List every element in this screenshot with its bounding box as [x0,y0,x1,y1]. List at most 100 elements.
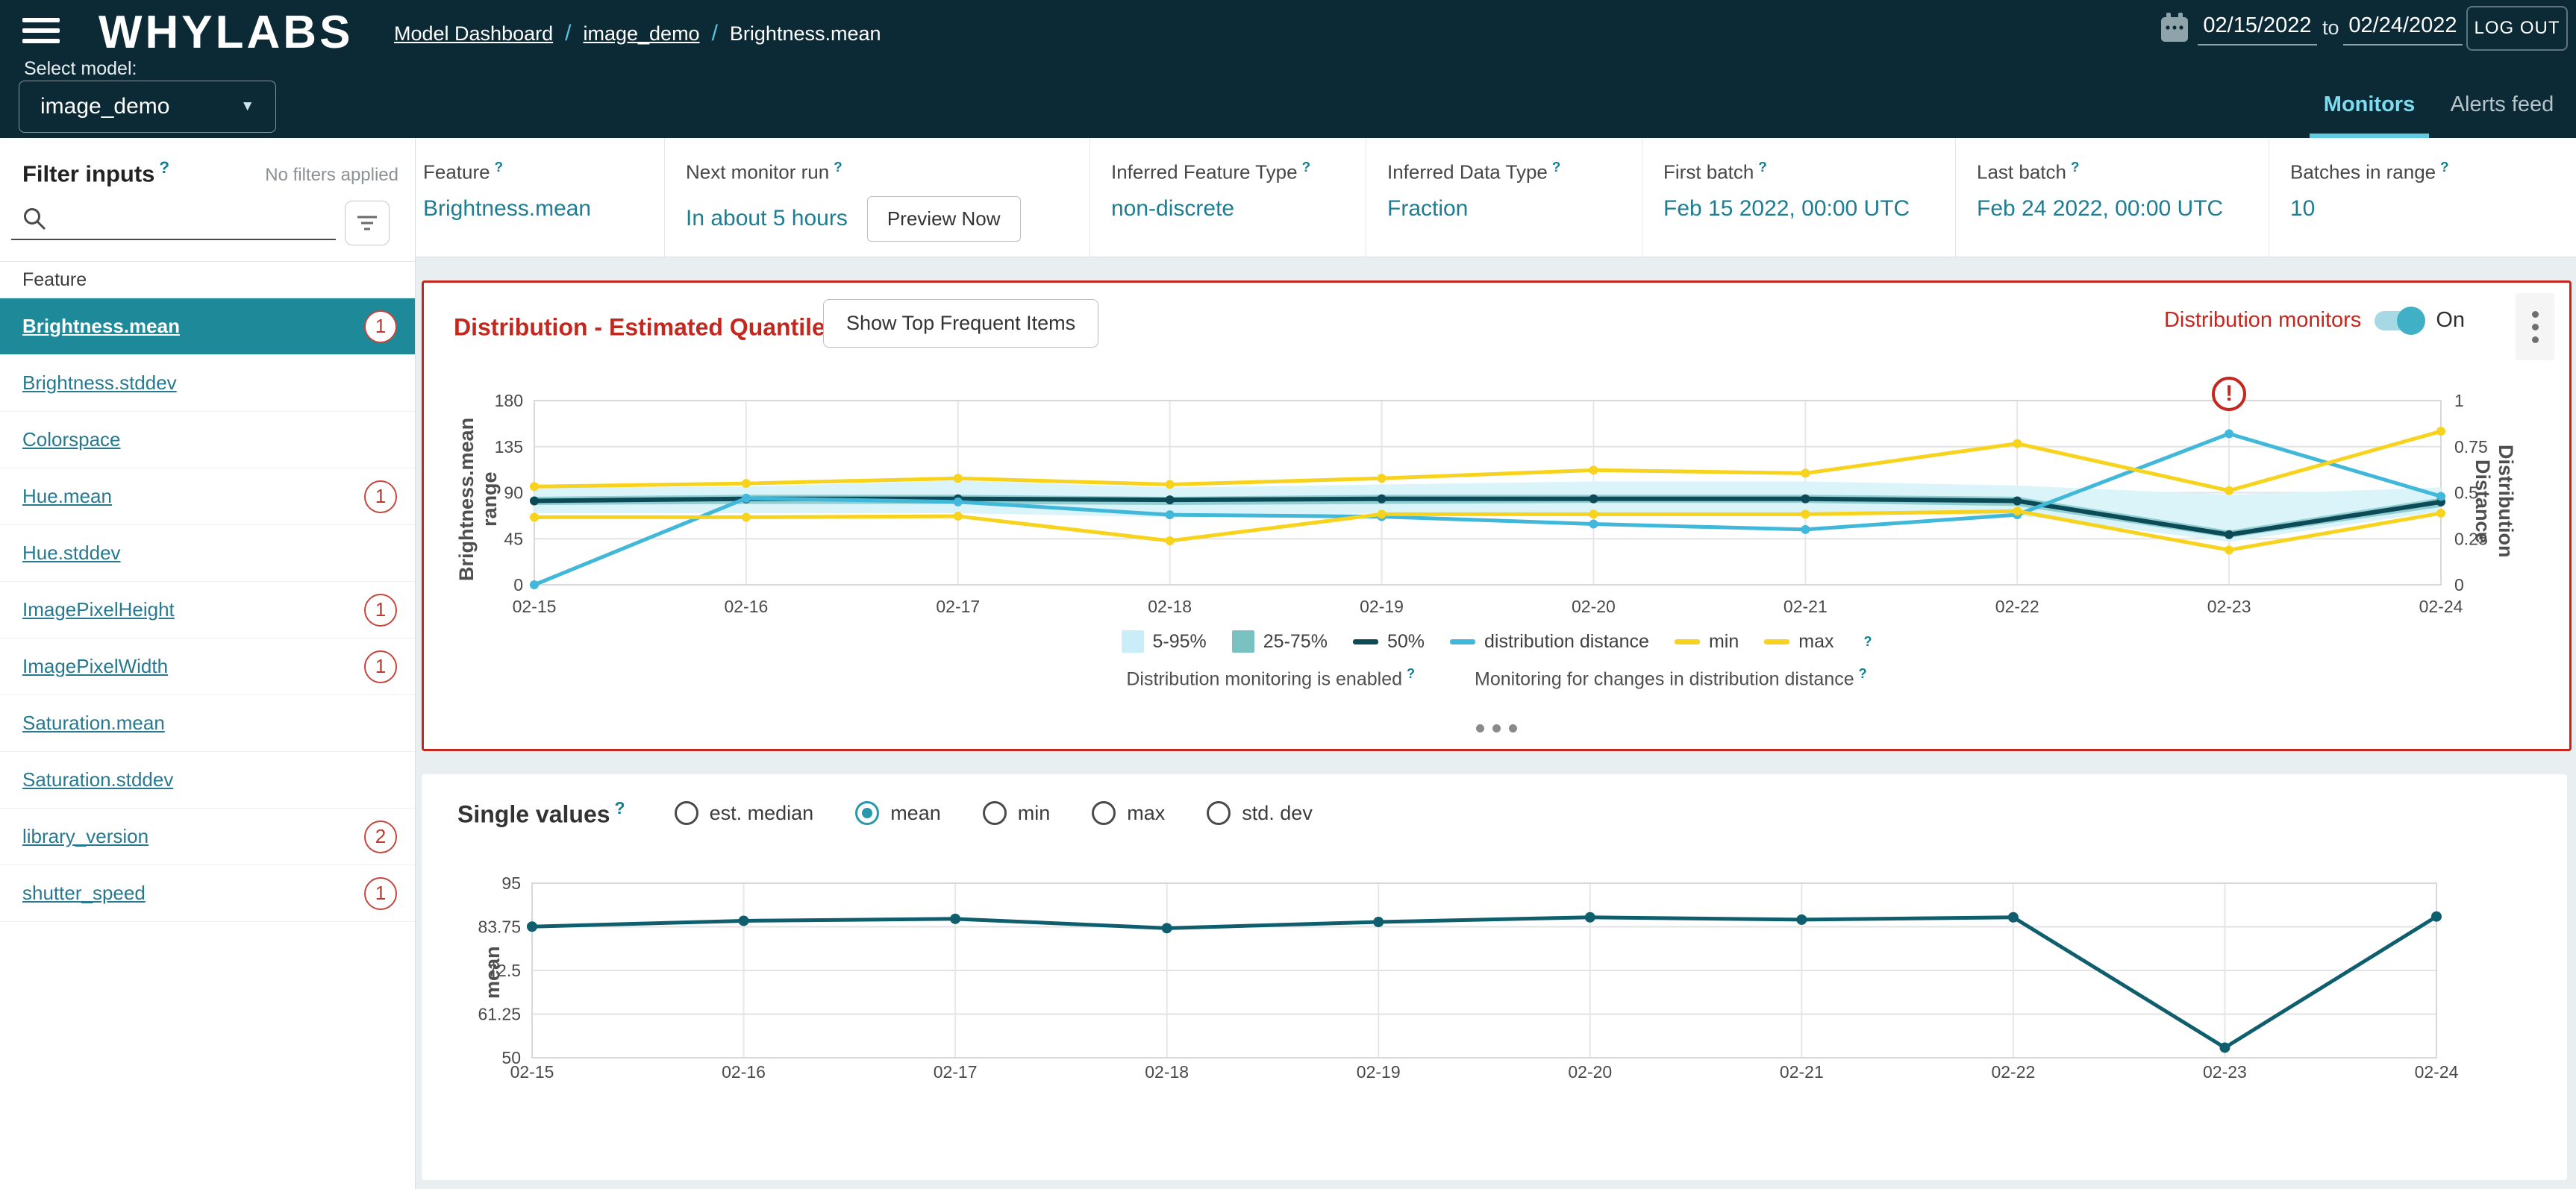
inferred-feature-type-value: non-discrete [1111,195,1235,221]
distribution-notes: Distribution monitoring is enabled? Moni… [424,666,2569,690]
help-icon: ? [1863,633,1872,649]
radio-option-std-dev[interactable]: std. dev [1207,801,1313,826]
search-input[interactable] [11,201,336,240]
tab-monitors[interactable]: Monitors [2310,92,2429,117]
feature-link[interactable]: Colorspace [22,428,121,451]
feature-row[interactable]: Saturation.mean [0,695,415,752]
help-icon: ? [159,158,170,177]
feature-link[interactable]: library_version [22,825,149,848]
radio-icon[interactable] [1092,801,1116,826]
logout-button[interactable]: LOG OUT [2466,6,2568,51]
feature-row[interactable]: ImagePixelWidth 1 [0,639,415,695]
first-batch-value: Feb 15 2022, 00:00 UTC [1663,195,1910,221]
svg-text:02-20: 02-20 [1572,597,1616,616]
hamburger-menu-icon[interactable] [22,18,60,45]
help-icon: ? [1758,159,1767,175]
legend-swatch-icon [1121,630,1144,653]
svg-text:02-19: 02-19 [1357,1062,1401,1082]
feature-link[interactable]: ImagePixelWidth [22,655,168,678]
more-options-icon[interactable] [424,724,2569,732]
distribution-card: 02-15 02-16 02-17 02-18 02-19 02-20 02-21 02-22… [422,280,2572,751]
svg-text:02-18: 02-18 [1145,1062,1189,1082]
svg-text:50: 50 [501,1048,521,1067]
legend-swatch-icon [1231,630,1254,653]
single-values-options: est. median mean min max std. dev [674,801,1313,826]
radio-icon[interactable] [982,801,1007,826]
svg-text:02-15: 02-15 [510,1062,554,1082]
calendar-icon[interactable] [2159,12,2190,48]
feature-link[interactable]: shutter_speed [22,882,146,905]
note-monitoring-enabled: Distribution monitoring is enabled? [1126,666,1416,690]
legend-swatch-icon [1352,639,1378,644]
distribution-monitors-toggle[interactable] [2375,306,2426,335]
date-to-input[interactable]: 02/24/2022 [2343,13,2463,46]
svg-text:02-17: 02-17 [936,597,980,616]
feature-row[interactable]: shutter_speed 1 [0,865,415,922]
alert-count-badge: 1 [364,593,397,627]
feature-row[interactable]: ImagePixelHeight 1 [0,582,415,639]
model-select-dropdown[interactable]: image_demo ▼ [19,81,276,133]
breadcrumb-image-demo[interactable]: image_demo [583,22,699,46]
radio-option-min[interactable]: min [982,801,1050,826]
inferred-data-type-value: Fraction [1387,195,1469,221]
single-values-header: Single values? est. median mean min max std.… [457,798,1313,829]
alert-icon[interactable]: ! [2212,377,2247,411]
distribution-monitors-label: Distribution monitors [2163,308,2362,332]
info-last-batch: Last batch? Feb 24 2022, 00:00 UTC [1955,138,2269,257]
chevron-down-icon: ▼ [240,98,254,114]
kebab-menu-icon[interactable] [2516,293,2554,360]
toggle-state-label: On [2436,308,2465,332]
svg-text:02-19: 02-19 [1360,597,1404,616]
preview-now-button[interactable]: Preview Now [866,195,1021,242]
feature-list: Brightness.mean 1 Brightness.stddev Colorsp… [0,298,415,922]
sidebar-filter-panel: Filter inputs? No filters applied Featur… [0,138,416,1189]
feature-link[interactable]: Hue.stddev [22,542,121,565]
note-distribution-distance: Monitoring for changes in distribution d… [1475,666,1867,690]
breadcrumb-current: Brightness.mean [729,22,881,45]
radio-option-est-median[interactable]: est. median [674,801,813,826]
radio-option-max[interactable]: max [1092,801,1165,826]
feature-link[interactable]: Saturation.stddev [22,768,173,791]
breadcrumb-separator: / [565,21,572,46]
distribution-legend: 5-95% 25-75% 50% distribution distance min ma… [424,630,2569,653]
help-icon: ? [2070,159,2080,175]
svg-text:02-24: 02-24 [2415,1062,2459,1082]
feature-row[interactable]: Hue.stddev [0,525,415,582]
feature-link[interactable]: ImagePixelHeight [22,598,175,621]
tab-alerts-feed[interactable]: Alerts feed [2439,92,2566,117]
band-25-75% [534,495,2441,538]
info-inferred-feature-type: Inferred Feature Type? non-discrete [1090,138,1366,257]
single-values-chart: 02-15 02-16 02-17 02-18 02-19 02-20 02-21 02-22… [478,873,2459,1082]
show-top-frequent-items-button[interactable]: Show Top Frequent Items [823,299,1099,348]
legend-swatch-icon [1449,639,1475,644]
feature-row[interactable]: Saturation.stddev [0,752,415,809]
feature-row[interactable]: Hue.mean 1 [0,468,415,525]
batches-in-range-value: 10 [2290,195,2316,221]
feature-link[interactable]: Saturation.mean [22,712,165,735]
date-from-input[interactable]: 02/15/2022 [2198,13,2317,46]
radio-icon[interactable] [1207,801,1231,826]
feature-link[interactable]: Hue.mean [22,485,112,508]
legend-item: distribution distance [1449,631,1649,653]
breadcrumb-model-dashboard[interactable]: Model Dashboard [394,22,553,46]
svg-text:02-21: 02-21 [1783,597,1828,616]
radio-icon[interactable] [674,801,698,826]
y-axis-label-mean: mean [481,946,504,1000]
feature-row[interactable]: Brightness.mean 1 [0,298,415,355]
radio-option-mean[interactable]: mean [855,801,941,826]
filter-options-button[interactable] [345,201,390,245]
feature-link[interactable]: Brightness.mean [22,315,180,338]
feature-row[interactable]: Brightness.stddev [0,355,415,412]
feature-row[interactable]: Colorspace [0,412,415,468]
help-icon: ? [2440,159,2449,175]
alert-count-badge: 1 [364,650,397,683]
radio-icon[interactable] [855,801,880,826]
svg-text:95: 95 [501,873,521,893]
svg-text:45: 45 [504,529,523,548]
legend-item: max [1764,631,1833,653]
feature-link[interactable]: Brightness.stddev [22,371,177,395]
feature-row[interactable]: library_version 2 [0,809,415,865]
next-monitor-run-value: In about 5 hours [686,206,848,231]
help-icon: ? [1551,159,1561,175]
toggle-knob [2397,306,2426,335]
